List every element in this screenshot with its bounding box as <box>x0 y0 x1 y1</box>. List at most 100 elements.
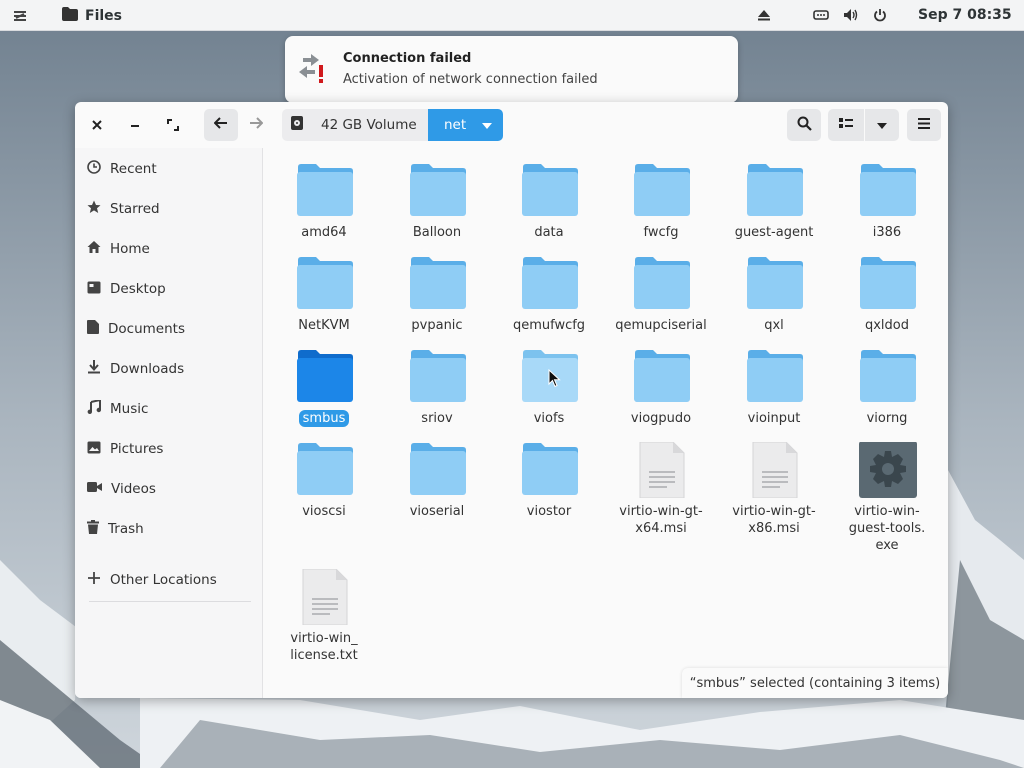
plus-icon <box>87 571 101 589</box>
folder-icon <box>522 164 578 216</box>
top-panel: Files Sep 7 08:35 <box>0 0 1024 31</box>
network-error-icon <box>297 52 331 90</box>
notification-title: Connection failed <box>343 51 472 66</box>
maximize-icon[interactable] <box>163 115 183 135</box>
volume-icon[interactable] <box>843 8 859 26</box>
folder-icon <box>297 443 353 495</box>
folder-icon <box>747 164 803 216</box>
sidebar-item-documents[interactable]: Documents <box>87 315 257 343</box>
file-name: vioserial <box>409 504 465 519</box>
file-name: NetKVM <box>298 318 350 333</box>
file-name: i386 <box>872 225 902 240</box>
view-options-icon <box>877 118 887 133</box>
folder-icon <box>297 164 353 216</box>
app-name: Files <box>85 8 122 24</box>
app-indicator[interactable]: Files <box>62 7 122 25</box>
file-name: virtio-win-guest-tools. exe <box>831 503 943 554</box>
folder-icon <box>410 350 466 402</box>
notification-banner[interactable]: Connection failed Activation of network … <box>285 36 738 103</box>
folder-icon <box>860 350 916 402</box>
folder-icon <box>410 443 466 495</box>
activities-menu-icon[interactable] <box>12 8 28 24</box>
system-tray <box>757 8 887 26</box>
file-name: Balloon <box>412 225 462 240</box>
trash-icon <box>87 520 99 538</box>
close-icon[interactable] <box>87 115 107 135</box>
file-name: qemufwcfg <box>512 318 586 333</box>
power-icon[interactable] <box>873 8 887 26</box>
sidebar-item-label: Recent <box>110 161 157 177</box>
folder-icon <box>747 350 803 402</box>
headerbar: 42 GB Volume net <box>75 102 948 148</box>
sidebar-item-label: Documents <box>108 321 185 337</box>
picture-icon <box>87 441 101 458</box>
download-icon <box>87 360 101 378</box>
file-name-line: virtio-win_ <box>290 631 358 646</box>
search-button[interactable] <box>787 109 821 141</box>
sidebar-item-desktop[interactable]: Desktop <box>87 275 257 303</box>
video-icon <box>87 481 102 497</box>
folder-icon <box>522 257 578 309</box>
sidebar-item-label: Starred <box>110 201 160 217</box>
notification-body: Activation of network connection failed <box>343 72 598 87</box>
file-name: viorng <box>866 411 908 426</box>
file-name: guest-agent <box>734 225 814 240</box>
menu-icon <box>918 117 930 133</box>
sidebar-item-label: Pictures <box>110 441 164 457</box>
folder-icon <box>410 164 466 216</box>
file-grid: amd64 Balloon data fwcfg guest-agent i38… <box>264 148 948 698</box>
sidebar-item-pictures[interactable]: Pictures <box>87 435 257 463</box>
music-icon <box>87 398 101 418</box>
file-name-line: virtio-win-gt- <box>732 504 816 519</box>
text-file-icon <box>752 442 798 498</box>
sidebar-item-starred[interactable]: Starred <box>87 195 257 223</box>
file-name-line: x86.msi <box>748 521 800 536</box>
sidebar-item-label: Trash <box>108 521 144 537</box>
sidebar-item-trash[interactable]: Trash <box>87 515 257 543</box>
list-view-icon <box>839 117 853 133</box>
desktop-icon <box>87 281 101 298</box>
sidebar-item-label: Videos <box>111 481 156 497</box>
network-icon[interactable] <box>813 8 829 26</box>
minimize-icon[interactable] <box>125 115 145 135</box>
file-name: qxl <box>764 318 784 333</box>
file-name: qemupciserial <box>615 318 707 333</box>
sidebar-item-label: Desktop <box>110 281 166 297</box>
main-menu-button[interactable] <box>907 109 941 141</box>
eject-icon[interactable] <box>757 8 771 26</box>
sidebar-item-recent[interactable]: Recent <box>87 155 257 183</box>
sidebar-item-videos[interactable]: Videos <box>87 475 257 503</box>
folder-icon <box>410 257 466 309</box>
folder-icon <box>634 257 690 309</box>
text-file-icon <box>302 569 348 625</box>
sidebar-item-label: Home <box>110 241 150 257</box>
forward-icon <box>249 117 264 133</box>
file-name: viogpudo <box>630 411 692 426</box>
path-segment-net[interactable]: net <box>428 109 503 141</box>
path-segment-volume[interactable]: 42 GB Volume <box>282 109 429 141</box>
clock[interactable]: Sep 7 08:35 <box>918 7 1012 23</box>
files-window: 42 GB Volume net Recent Starred Home Des… <box>75 102 948 698</box>
file-name: virtio-win-gt-x86.msi <box>718 503 830 537</box>
view-options-button[interactable] <box>865 109 899 141</box>
dropdown-icon[interactable] <box>482 118 493 133</box>
path-label-net: net <box>444 117 467 133</box>
search-icon <box>797 116 812 135</box>
file-name: viostor <box>526 504 572 519</box>
forward-button[interactable] <box>240 109 272 141</box>
file-name: virtio-win_ license.txt <box>268 630 380 664</box>
sidebar-item-downloads[interactable]: Downloads <box>87 355 257 383</box>
selected-label: smbus <box>298 410 350 427</box>
list-view-button[interactable] <box>828 109 864 141</box>
folder-icon <box>522 443 578 495</box>
back-button[interactable] <box>204 109 238 141</box>
sidebar-item-home[interactable]: Home <box>87 235 257 263</box>
folder-icon <box>297 350 353 402</box>
file-name: vioscsi <box>302 504 346 519</box>
file-name-line: virtio-win- <box>854 504 920 519</box>
document-icon <box>87 320 99 338</box>
folder-icon <box>634 164 690 216</box>
sidebar-item-other-locations[interactable]: Other Locations <box>87 566 257 594</box>
folder-icon <box>747 257 803 309</box>
sidebar-item-music[interactable]: Music <box>87 395 257 423</box>
